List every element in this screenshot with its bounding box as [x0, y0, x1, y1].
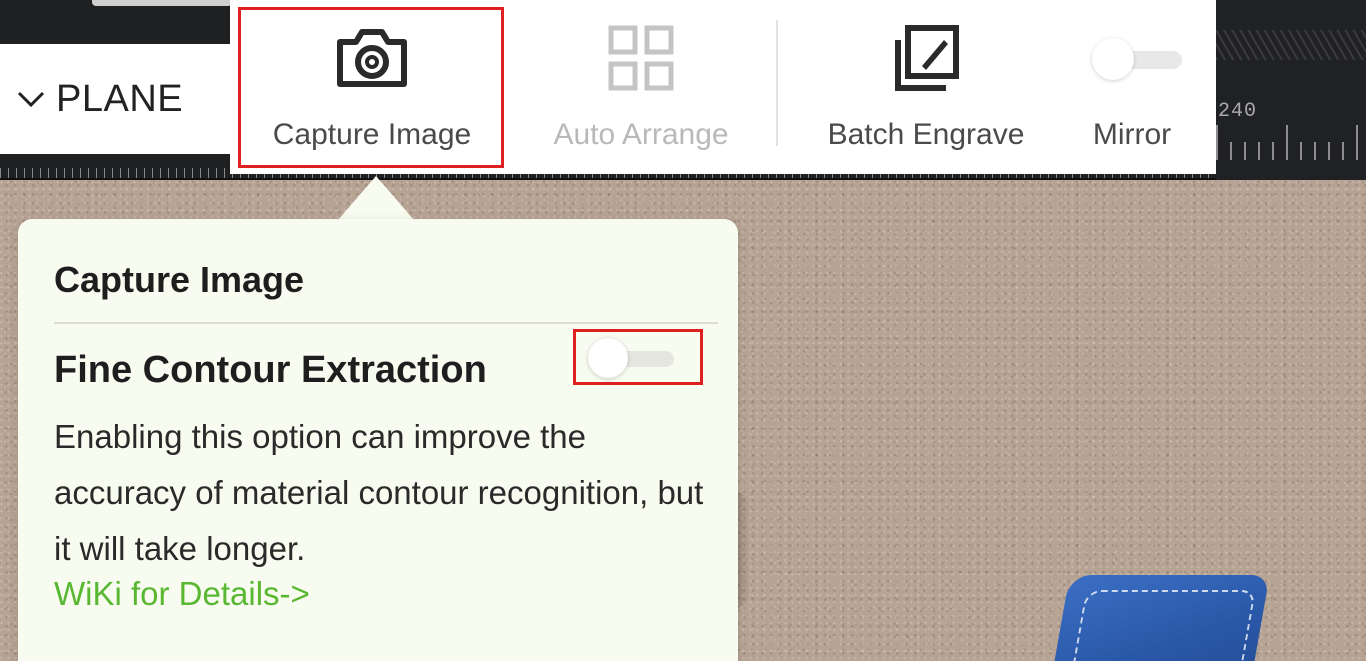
mirror-label: Mirror	[1092, 118, 1172, 151]
fine-contour-label: Fine Contour Extraction	[54, 349, 487, 391]
plane-label: PLANE	[56, 77, 184, 120]
batch-engrave-icon	[886, 22, 966, 94]
chevron-down-icon	[16, 84, 46, 114]
material-stitch-outline	[1070, 590, 1256, 661]
toggle-knob	[588, 338, 628, 378]
ruler-number: 240	[1218, 100, 1258, 123]
batch-engrave-label: Batch Engrave	[827, 118, 1025, 151]
batch-engrave-button[interactable]: Batch Engrave	[810, 0, 1042, 174]
toolbar-divider	[776, 20, 778, 146]
fine-contour-toggle[interactable]	[588, 338, 678, 378]
mirror-toggle[interactable]	[1092, 38, 1182, 80]
ruler-ticks	[1216, 125, 1366, 160]
popover-title: Capture Image	[54, 259, 305, 300]
window-edge	[92, 0, 232, 6]
ruler-hatch	[1216, 30, 1366, 60]
plane-selector[interactable]: PLANE	[0, 44, 232, 154]
mirror-toggle-wrap	[1092, 22, 1182, 94]
auto-arrange-label: Auto Arrange	[553, 118, 729, 151]
wiki-details-link[interactable]: WiKi for Details->	[54, 575, 310, 613]
ruler-right-section	[1216, 0, 1366, 180]
auto-arrange-button[interactable]: Auto Arrange	[530, 0, 752, 174]
popover-arrow	[338, 176, 414, 220]
fine-contour-description: Enabling this option can improve the acc…	[54, 418, 704, 567]
grid-icon	[601, 22, 681, 94]
capture-image-highlight	[238, 7, 504, 168]
popover-divider	[54, 322, 718, 324]
toggle-knob	[1092, 38, 1134, 80]
mirror-control[interactable]: Mirror	[1072, 0, 1192, 174]
capture-image-popover: Capture Image Fine Contour Extraction En…	[18, 219, 738, 661]
